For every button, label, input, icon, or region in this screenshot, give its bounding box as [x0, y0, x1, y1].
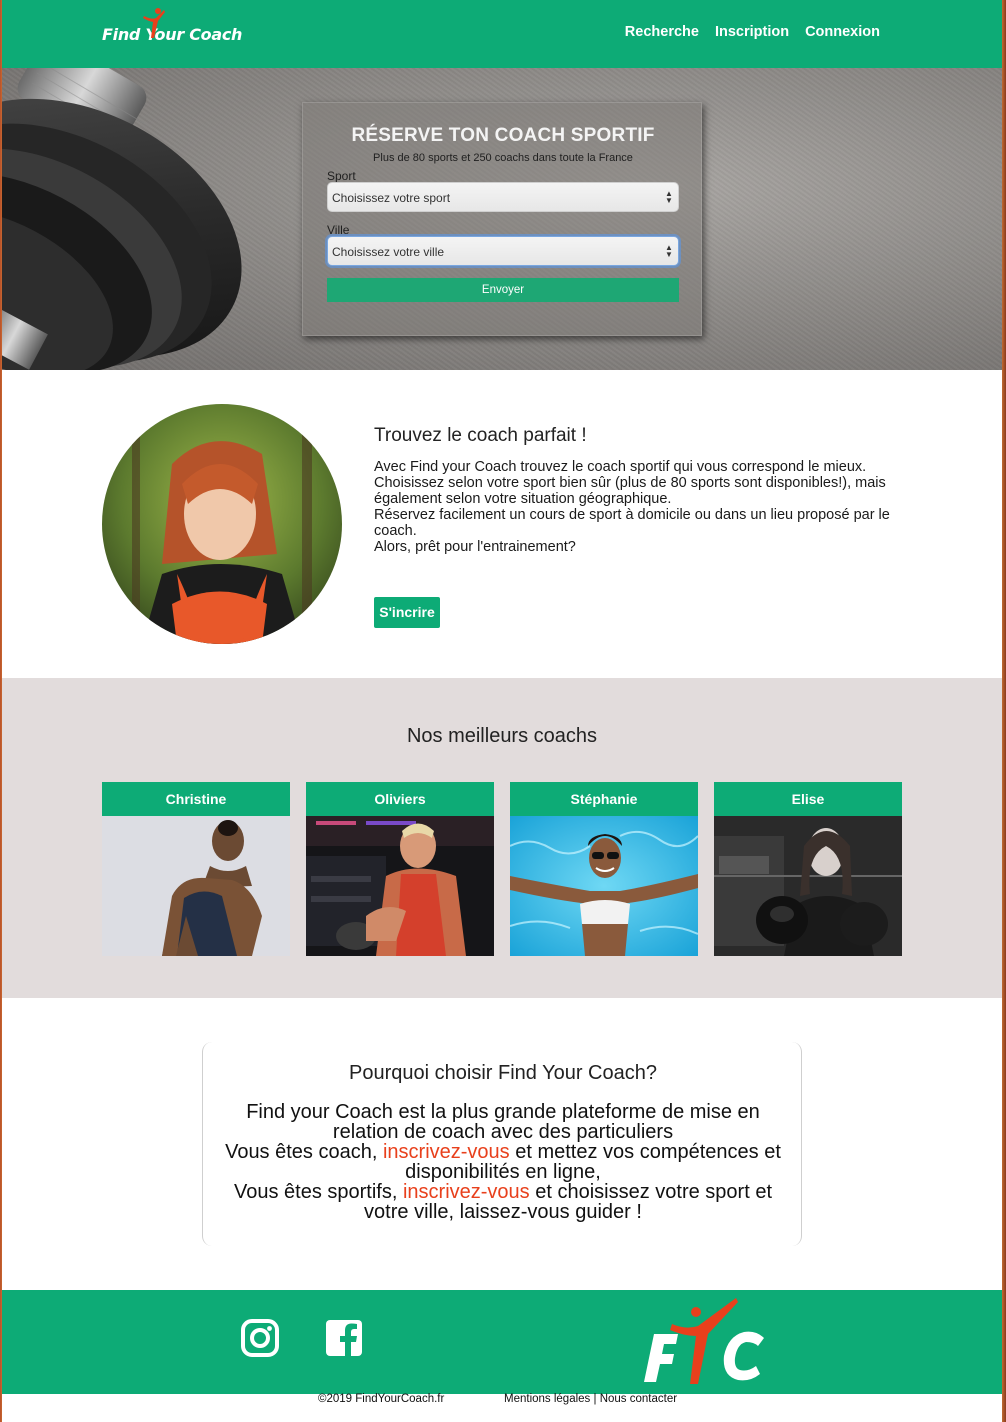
page: Find Your Coach Recherche Inscription Co…	[2, 0, 1002, 1422]
about-text: Avec Find your Coach trouvez le coach sp…	[374, 459, 914, 555]
instagram-icon[interactable]	[240, 1318, 280, 1358]
why-title: Pourquoi choisir Find Your Coach?	[349, 1062, 657, 1084]
logo-figure-icon	[143, 8, 165, 38]
nav-links: Recherche Inscription Connexion	[625, 24, 880, 40]
search-form: RÉSERVE TON COACH SPORTIF Plus de 80 spo…	[302, 102, 702, 336]
signup-link-sport[interactable]: inscrivez-vous	[403, 1181, 530, 1203]
nav-inscription[interactable]: Inscription	[715, 24, 789, 40]
coach-name: Elise	[714, 782, 902, 816]
legal-link[interactable]: Mentions légales	[504, 1393, 590, 1405]
fyc-logo	[644, 1298, 764, 1384]
nav-connexion[interactable]: Connexion	[805, 24, 880, 40]
about-line: Alors, prêt pour l'entrainement?	[374, 539, 576, 555]
logo-text: Find Your Coach	[102, 24, 243, 44]
about-line: Choisissez selon votre sport bien sûr (p…	[374, 475, 886, 507]
coach-photo	[102, 816, 290, 956]
coach-name: Oliviers	[306, 782, 494, 816]
dumbbell-image	[2, 68, 242, 370]
sport-label: Sport	[327, 169, 356, 183]
about-line: Avec Find your Coach trouvez le coach sp…	[374, 459, 867, 475]
city-select[interactable]: Choisissez votre ville ▲ ▼	[327, 236, 679, 266]
nav-recherche[interactable]: Recherche	[625, 24, 699, 40]
why-line-coach: Vous êtes coach, inscrivez-vous et mette…	[223, 1142, 783, 1182]
why-text-segment: Vous êtes sportifs,	[233, 1181, 403, 1203]
footer	[2, 1290, 1002, 1394]
signup-button[interactable]: S'incrire	[374, 597, 440, 628]
copyright-text: ©2019 FindYourCoach.fr	[318, 1393, 445, 1405]
why-line: Find your Coach est la plus grande plate…	[246, 1101, 760, 1143]
coach-name: Stéphanie	[510, 782, 698, 816]
why-text-segment: Vous êtes coach,	[225, 1141, 383, 1163]
coach-photo	[510, 816, 698, 956]
about-line: Réservez facilement un cours de sport à …	[374, 507, 890, 539]
contact-link[interactable]: Nous contacter	[600, 1393, 677, 1405]
about-photo	[102, 404, 342, 644]
sport-select[interactable]: Choisissez votre sport ▲ ▼	[327, 182, 679, 212]
coach-name: Christine	[102, 782, 290, 816]
logo[interactable]: Find Your Coach	[102, 8, 243, 56]
coach-photo	[306, 816, 494, 956]
coaches-title: Nos meilleurs coachs	[406, 725, 598, 747]
legal-links: Mentions légales | Nous contacter	[504, 1393, 677, 1405]
sport-select-value: Choisissez votre sport	[332, 191, 451, 205]
why-box: Pourquoi choisir Find Your Coach? Find y…	[202, 1042, 802, 1246]
facebook-icon[interactable]	[324, 1318, 364, 1358]
coach-card-oliviers[interactable]: Oliviers	[306, 782, 494, 956]
city-select-value: Choisissez votre ville	[332, 245, 445, 259]
hero-banner: RÉSERVE TON COACH SPORTIF Plus de 80 spo…	[2, 68, 1002, 370]
why-text: Find your Coach est la plus grande plate…	[223, 1102, 783, 1222]
select-arrows-icon: ▲ ▼	[665, 189, 673, 205]
about-title: Trouvez le coach parfait !	[374, 425, 587, 446]
coach-card-stephanie[interactable]: Stéphanie	[510, 782, 698, 956]
coaches-section: Nos meilleurs coachs Christine Oliviers	[2, 678, 1002, 998]
why-line-sport: Vous êtes sportifs, inscrivez-vous et ch…	[223, 1182, 783, 1222]
footer-bottom	[2, 1394, 1002, 1422]
coach-card-elise[interactable]: Elise	[714, 782, 902, 956]
coach-card-christine[interactable]: Christine	[102, 782, 290, 956]
hero-title: RÉSERVE TON COACH SPORTIF	[351, 125, 655, 146]
coach-photo	[714, 816, 902, 956]
submit-button[interactable]: Envoyer	[327, 278, 679, 302]
hero-subtitle: Plus de 80 sports et 250 coachs dans tou…	[373, 152, 633, 164]
signup-link-coach[interactable]: inscrivez-vous	[383, 1141, 510, 1163]
select-arrows-icon: ▲ ▼	[665, 243, 673, 259]
city-label: Ville	[327, 223, 350, 237]
navbar: Find Your Coach Recherche Inscription Co…	[2, 0, 1002, 68]
separator: |	[590, 1393, 600, 1405]
